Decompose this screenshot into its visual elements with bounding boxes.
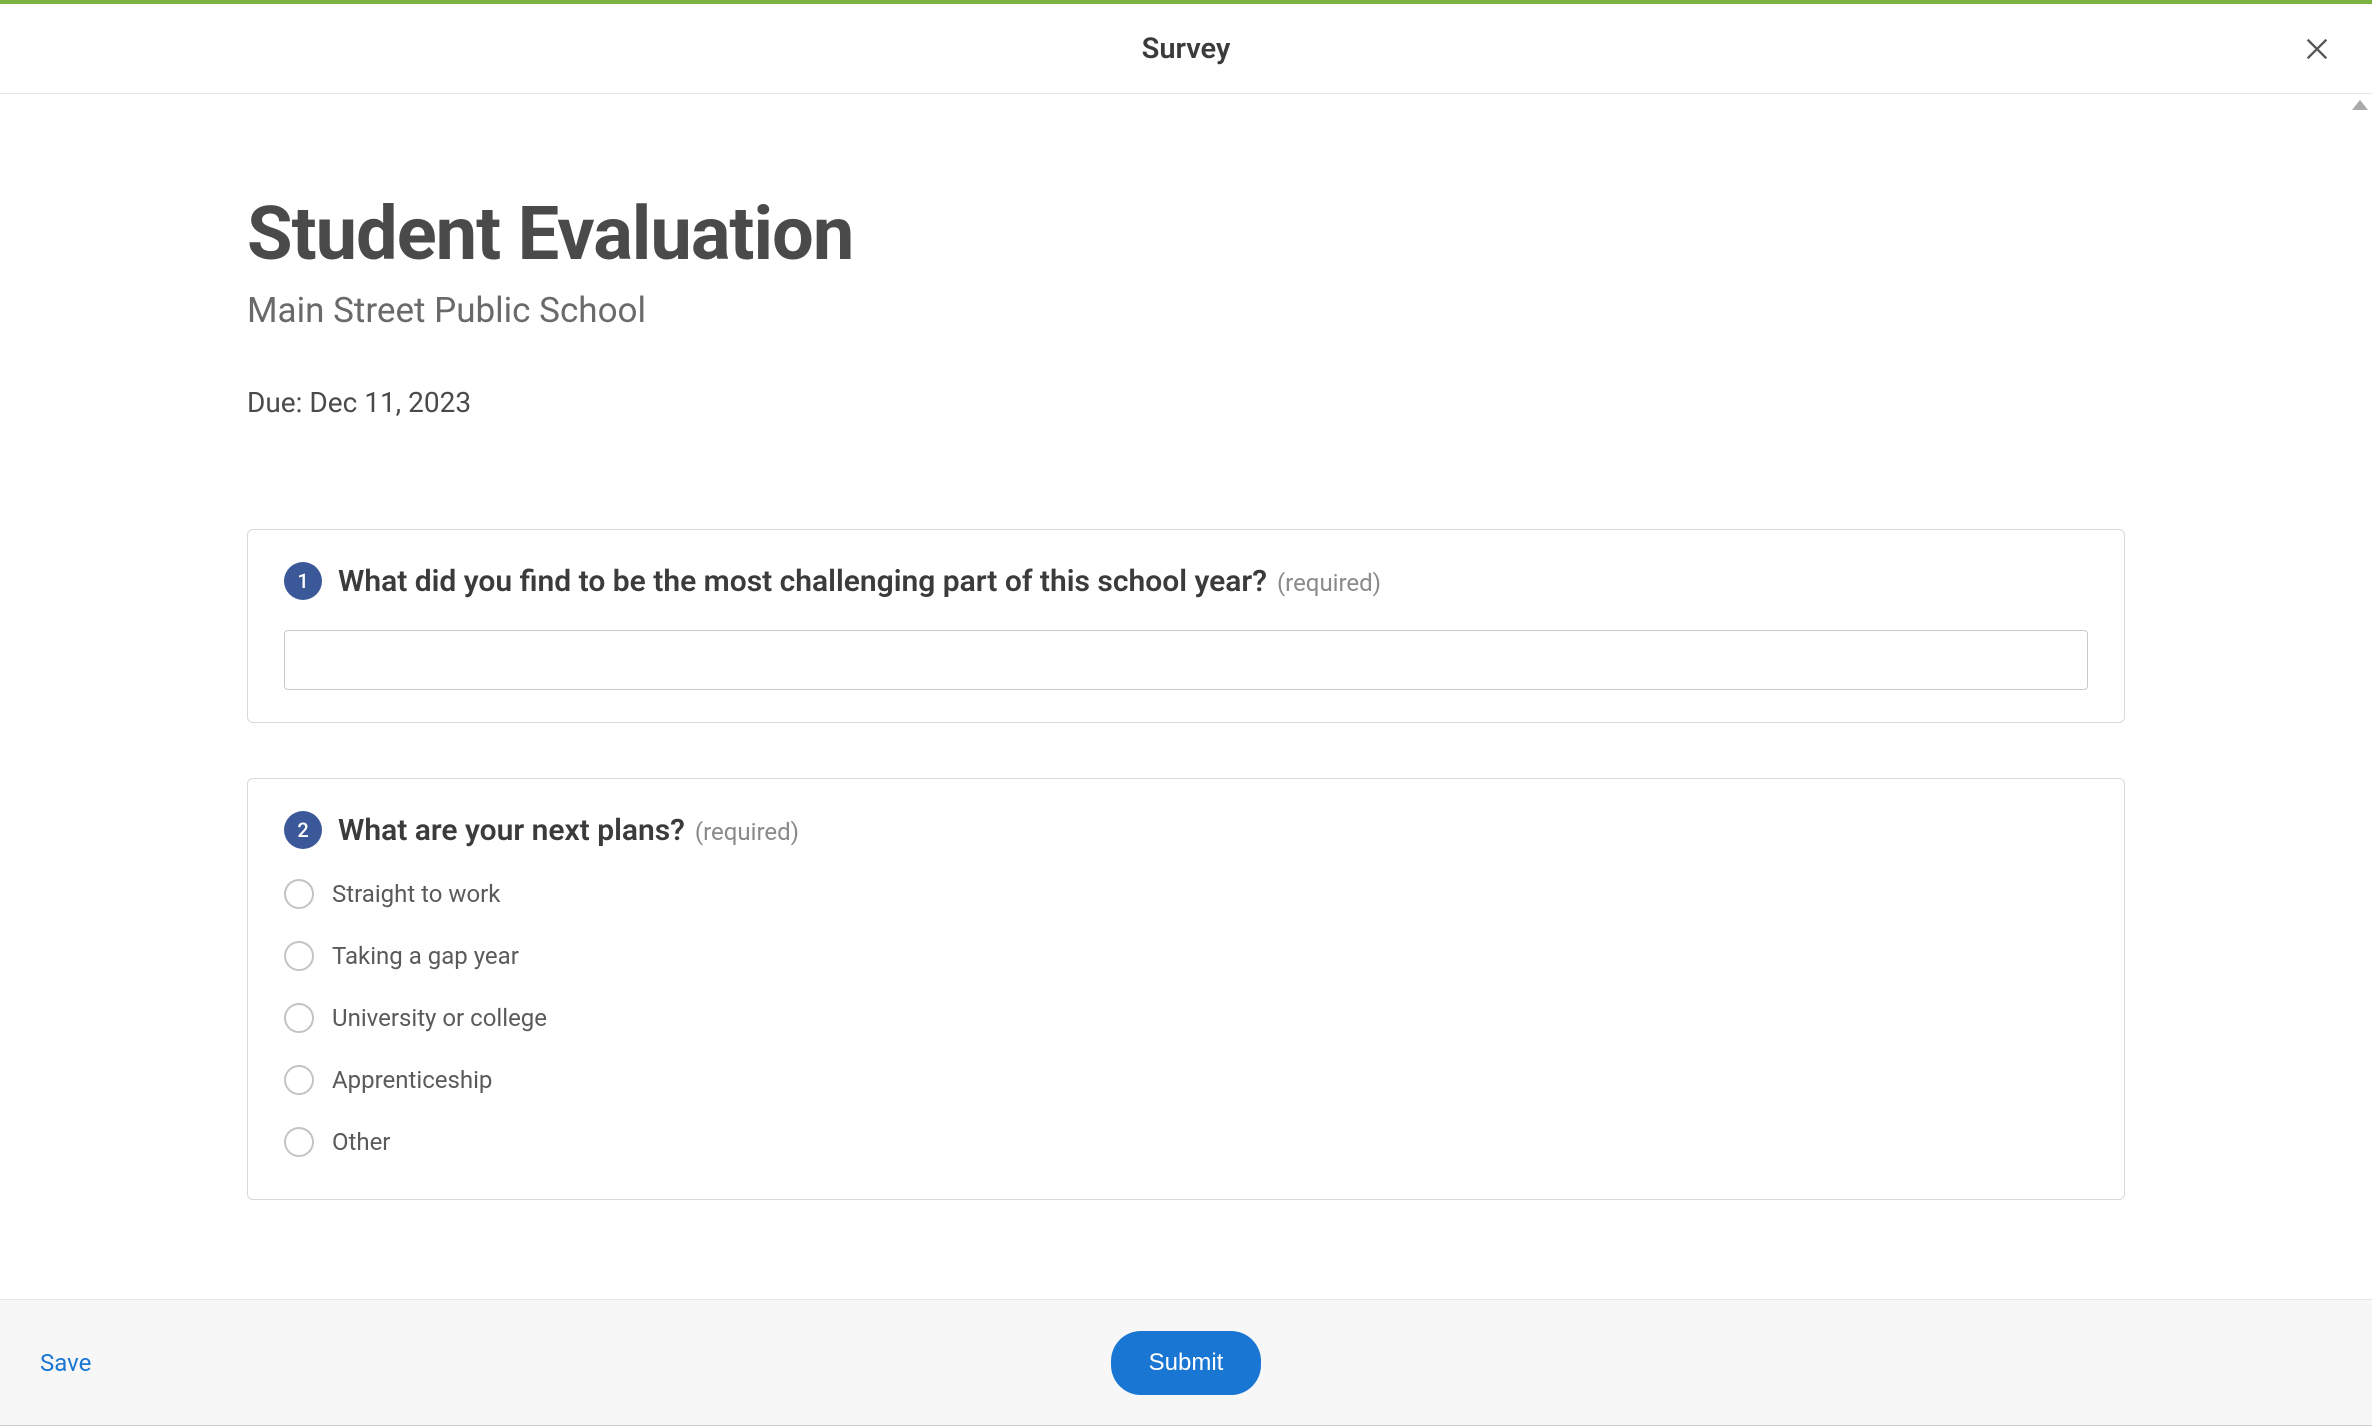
- radio-label: Straight to work: [332, 880, 500, 908]
- content-scroll-area[interactable]: Student Evaluation Main Street Public Sc…: [0, 94, 2372, 1299]
- radio-label: University or college: [332, 1004, 547, 1032]
- radio-label: Apprenticeship: [332, 1066, 492, 1094]
- radio-option-list: Straight to work Taking a gap year Unive…: [284, 879, 2088, 1157]
- question-header: 2 What are your next plans? (required): [284, 811, 2088, 849]
- radio-option-gap-year[interactable]: Taking a gap year: [284, 941, 2088, 971]
- page-subtitle: Main Street Public School: [247, 290, 2125, 331]
- required-label: (required): [1277, 569, 1381, 597]
- question-text-wrap: What did you find to be the most challen…: [338, 564, 1381, 599]
- radio-icon: [284, 1127, 314, 1157]
- modal-title: Survey: [1142, 32, 1231, 66]
- close-button[interactable]: [2302, 34, 2332, 64]
- due-date: Due: Dec 11, 2023: [247, 386, 2125, 419]
- question-1-text-input[interactable]: [284, 630, 2088, 690]
- question-number-badge: 1: [284, 562, 322, 600]
- content-wrapper: Student Evaluation Main Street Public Sc…: [247, 194, 2125, 1200]
- modal-header: Survey: [0, 4, 2372, 94]
- question-text-wrap: What are your next plans? (required): [338, 813, 799, 848]
- radio-icon: [284, 1003, 314, 1033]
- question-header: 1 What did you find to be the most chall…: [284, 562, 2088, 600]
- save-link[interactable]: Save: [40, 1349, 91, 1377]
- footer-bar: Save Submit: [0, 1299, 2372, 1426]
- submit-button[interactable]: Submit: [1111, 1331, 1262, 1395]
- radio-label: Taking a gap year: [332, 942, 519, 970]
- radio-option-other[interactable]: Other: [284, 1127, 2088, 1157]
- scroll-up-arrow-icon: [2352, 100, 2368, 110]
- radio-icon: [284, 941, 314, 971]
- required-label: (required): [695, 818, 799, 846]
- radio-label: Other: [332, 1128, 390, 1156]
- radio-option-apprenticeship[interactable]: Apprenticeship: [284, 1065, 2088, 1095]
- question-text: What did you find to be the most challen…: [338, 564, 1267, 599]
- question-number-badge: 2: [284, 811, 322, 849]
- radio-icon: [284, 879, 314, 909]
- question-card-1: 1 What did you find to be the most chall…: [247, 529, 2125, 723]
- close-icon: [2303, 35, 2331, 63]
- radio-option-university[interactable]: University or college: [284, 1003, 2088, 1033]
- radio-icon: [284, 1065, 314, 1095]
- question-text: What are your next plans?: [338, 813, 685, 848]
- question-card-2: 2 What are your next plans? (required) S…: [247, 778, 2125, 1200]
- radio-option-straight-to-work[interactable]: Straight to work: [284, 879, 2088, 909]
- page-title: Student Evaluation: [247, 194, 2125, 275]
